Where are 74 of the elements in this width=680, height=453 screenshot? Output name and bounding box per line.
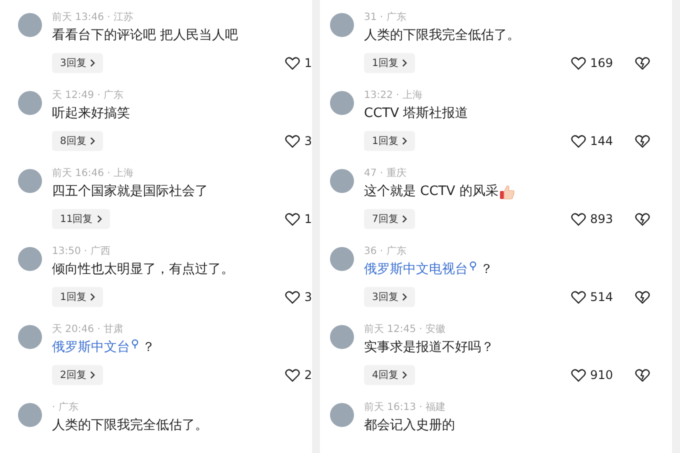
heart-icon[interactable]	[571, 368, 586, 382]
heart-icon[interactable]	[571, 290, 586, 304]
heart-icon[interactable]	[285, 56, 300, 70]
replies-button[interactable]: 2回复	[52, 365, 104, 385]
like-count: 893	[590, 212, 613, 226]
comment-text: 看看台下的评论吧 把人民当人吧	[52, 27, 238, 45]
comment-meta: 天 12:49 · 广东	[52, 89, 125, 103]
like-count: 910	[590, 368, 613, 382]
comment-text: ？	[142, 339, 155, 357]
comment-text: ？	[480, 261, 493, 279]
like-count: 514	[590, 290, 613, 304]
heart-icon[interactable]	[571, 134, 586, 148]
like-count: 144	[590, 134, 613, 148]
replies-button[interactable]: 3回复	[364, 287, 416, 307]
chevron-icon	[90, 59, 96, 67]
search-icon	[469, 261, 477, 271]
comment-meta: 13:22 · 上海	[364, 89, 424, 103]
replies-button[interactable]: 7回复	[364, 209, 416, 229]
replies-button[interactable]: 4回复	[364, 365, 416, 385]
like-count: 3	[304, 134, 312, 148]
search-icon	[131, 339, 139, 349]
comment-meta: 前天 16:13 · 福建	[364, 401, 447, 415]
heart-icon[interactable]	[571, 212, 586, 226]
comment-text: 倾向性也太明显了，有点过了。	[52, 261, 234, 279]
heart-icon[interactable]	[285, 290, 300, 304]
comment-text: 人类的下限我完全低估了。	[364, 27, 520, 45]
broken-heart-icon[interactable]	[635, 290, 650, 304]
comment-text: 人类的下限我完全低估了。	[52, 417, 208, 435]
chevron-icon	[90, 137, 96, 145]
chevron-icon	[402, 59, 408, 67]
like-count: 169	[590, 56, 613, 70]
replies-button[interactable]: 1回复	[364, 131, 416, 151]
replies-button[interactable]: 11回复	[52, 209, 110, 229]
comment-meta: 前天 12:45 · 安徽	[364, 323, 447, 337]
broken-heart-icon[interactable]	[635, 56, 650, 70]
replies-button[interactable]: 1回复	[52, 287, 104, 307]
mention-link[interactable]: 俄罗斯中文电视台	[364, 259, 480, 281]
like-count: 1	[304, 212, 312, 226]
comment-meta: 13:50 · 广西	[52, 245, 112, 259]
comment-meta: 36 · 广东	[364, 245, 408, 259]
broken-heart-icon[interactable]	[635, 134, 650, 148]
comment-meta: 前天 16:46 · 上海	[52, 167, 135, 181]
like-count: 3	[304, 290, 312, 304]
comment-text: 四五个国家就是国际社会了	[52, 183, 208, 201]
replies-button[interactable]: 8回复	[52, 131, 104, 151]
heart-icon[interactable]	[285, 212, 300, 226]
comment-meta: 前天 13:46 · 江苏	[52, 11, 135, 25]
comment-text: 这个就是 CCTV 的风采	[364, 183, 498, 201]
like-count: 1	[304, 56, 312, 70]
replies-button[interactable]: 1回复	[364, 53, 416, 73]
chevron-icon	[402, 293, 408, 301]
chevron-icon	[90, 293, 96, 301]
chevron-icon	[402, 371, 408, 379]
heart-icon[interactable]	[285, 134, 300, 148]
chevron-icon	[90, 371, 96, 379]
mention-link[interactable]: 俄罗斯中文台	[52, 337, 142, 359]
comment-meta: 天 20:46 · 甘肃	[52, 323, 125, 337]
comment-meta: 31 · 广东	[364, 11, 408, 25]
chevron-icon	[402, 137, 408, 145]
broken-heart-icon[interactable]	[635, 368, 650, 382]
heart-icon[interactable]	[285, 368, 300, 382]
broken-heart-icon[interactable]	[635, 212, 650, 226]
comment-meta: 47 · 重庆	[364, 167, 408, 181]
comment-text: 都会记入史册的	[364, 417, 455, 435]
chevron-icon	[96, 215, 102, 223]
comment-text: 实事求是报道不好吗？	[364, 339, 494, 357]
comment-text: CCTV 塔斯社报道	[364, 105, 468, 123]
chevron-icon	[402, 215, 408, 223]
like-count: 2	[304, 368, 312, 382]
thumbs-up-icon	[499, 184, 516, 200]
replies-button[interactable]: 3回复	[52, 53, 104, 73]
comment-text: 听起来好搞笑	[52, 105, 130, 123]
heart-icon[interactable]	[571, 56, 586, 70]
comment-meta: · 广东	[52, 401, 80, 415]
